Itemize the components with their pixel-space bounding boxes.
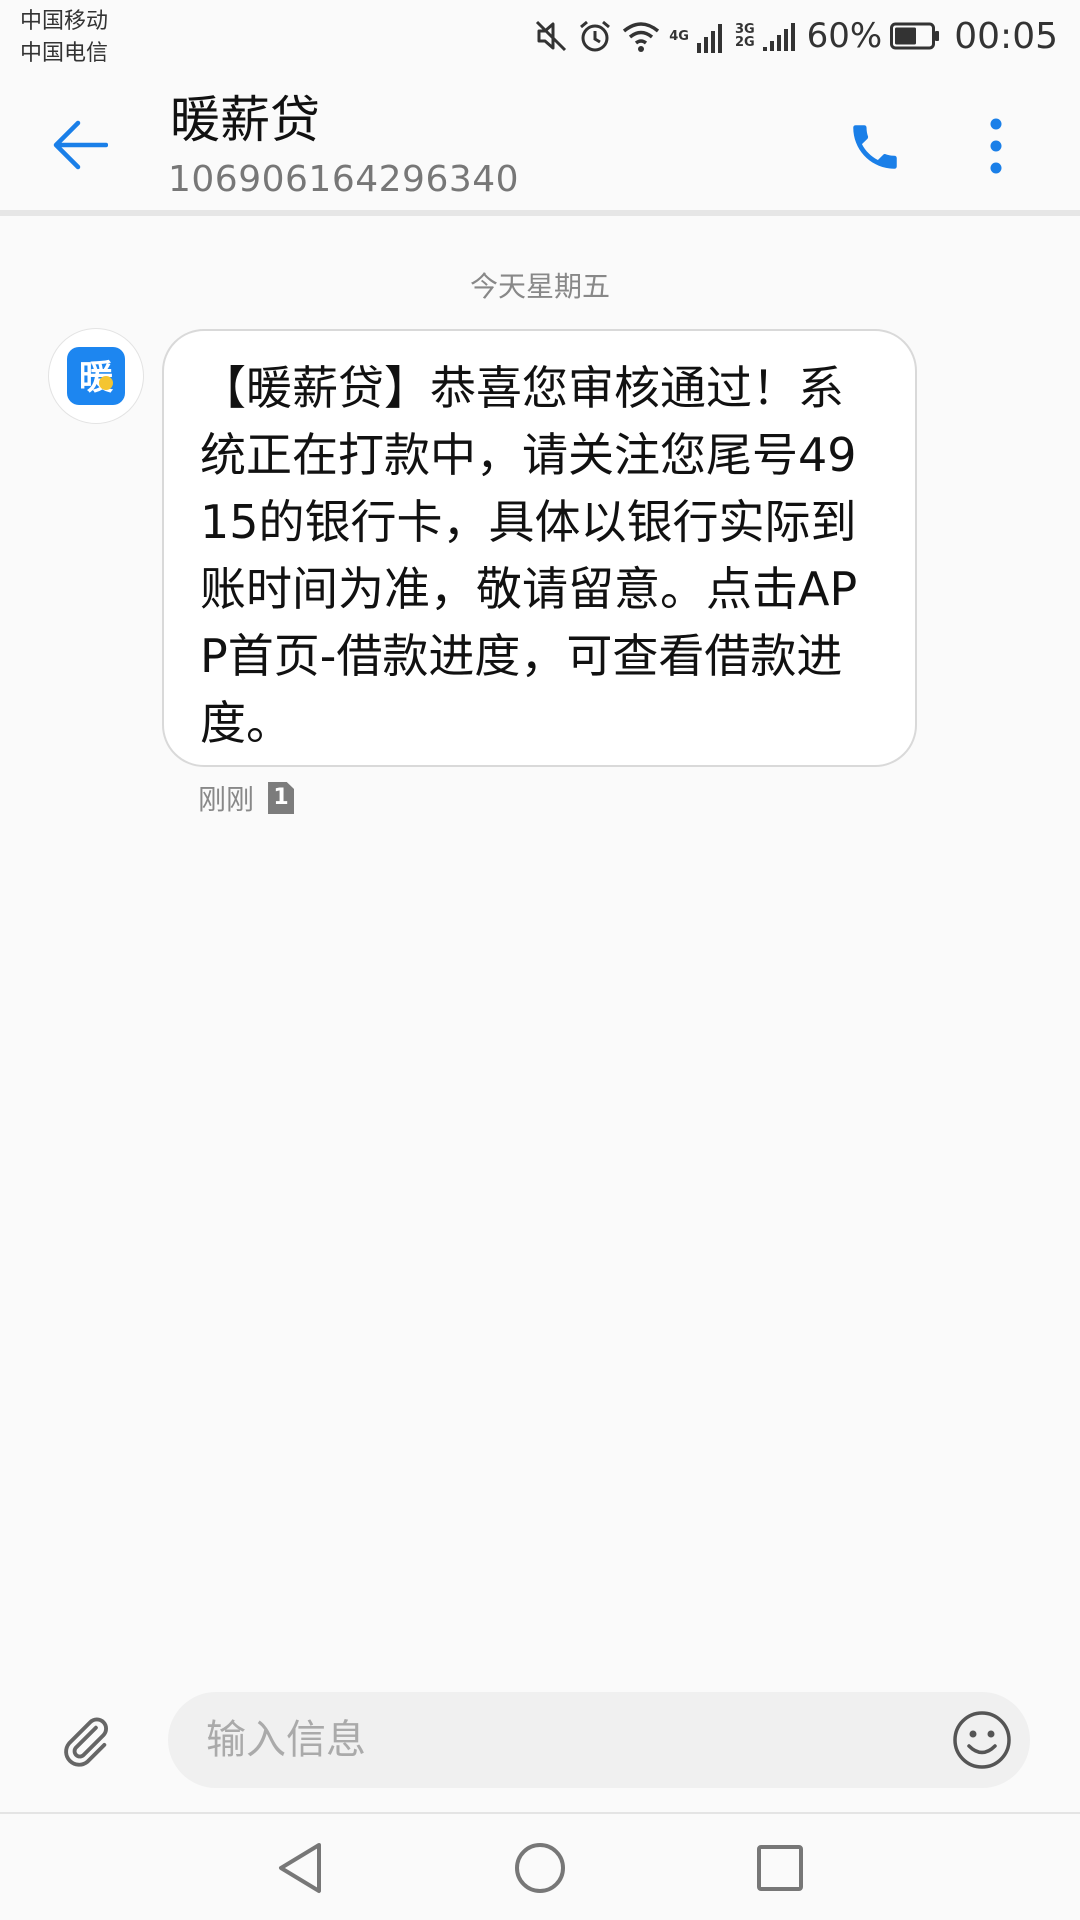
attach-button[interactable] xyxy=(52,1708,118,1774)
paperclip-icon xyxy=(64,1717,108,1767)
message-bubble[interactable]: 【暖薪贷】恭喜您审核通过！系统正在打款中，请关注您尾号4915的银行卡，具体以银… xyxy=(162,329,917,767)
nav-back-button[interactable] xyxy=(260,1836,340,1900)
message-meta: 刚刚 1 xyxy=(198,780,295,816)
date-separator: 今天星期五 xyxy=(469,270,610,303)
signal-icon xyxy=(762,19,797,53)
network-label-1: 4G xyxy=(669,28,689,44)
network-type-2: 3G 2G xyxy=(735,23,755,49)
header-divider xyxy=(0,210,1080,216)
more-vertical-icon xyxy=(990,118,1002,174)
contact-name: 暖薪贷 xyxy=(170,91,320,149)
message-input[interactable] xyxy=(204,1692,904,1788)
back-button[interactable] xyxy=(44,110,114,180)
conversation-header: 暖薪贷 106906164296340 xyxy=(0,72,1080,212)
carrier-label-2: 中国电信 xyxy=(20,41,109,66)
contact-number: 106906164296340 xyxy=(168,159,520,200)
system-nav-bar xyxy=(0,1814,1080,1920)
smiley-icon xyxy=(953,1711,1011,1769)
wifi-icon xyxy=(621,19,661,53)
mute-icon xyxy=(533,18,569,54)
clock: 00:05 xyxy=(954,15,1058,57)
carrier-label-1: 中国移动 xyxy=(20,9,109,34)
arrow-left-icon xyxy=(53,120,108,170)
sim-card-icon: 1 xyxy=(268,782,295,814)
battery-icon xyxy=(890,21,940,51)
nav-home-button[interactable] xyxy=(500,1836,580,1900)
contact-avatar[interactable]: 暖 xyxy=(48,328,144,424)
logo-glyph: 暖 xyxy=(79,358,114,398)
triangle-back-icon xyxy=(279,1843,321,1893)
nav-recents-button[interactable] xyxy=(740,1836,820,1900)
square-recents-icon xyxy=(757,1845,803,1891)
emoji-button[interactable] xyxy=(948,1706,1016,1774)
message-input-container xyxy=(168,1692,1030,1788)
network-type-1: 4G xyxy=(669,30,689,43)
status-bar: 中国移动 中国电信 4G 3G 2G 60% 00:05 xyxy=(0,0,1080,72)
more-options-button[interactable] xyxy=(966,108,1026,184)
message-time: 刚刚 xyxy=(198,783,255,816)
battery-percent: 60% xyxy=(806,16,883,56)
phone-icon xyxy=(853,125,897,169)
status-icons: 4G 3G 2G 60% 00:05 xyxy=(533,12,1058,60)
alarm-icon xyxy=(577,18,613,54)
signal-icon xyxy=(696,19,727,53)
message-text: 【暖薪贷】恭喜您审核通过！系统正在打款中，请关注您尾号4915的银行卡，具体以银… xyxy=(200,361,858,750)
network-label-2-bottom: 2G xyxy=(734,35,755,50)
carrier-info: 中国移动 中国电信 xyxy=(20,6,108,70)
brand-logo-icon: 暖 xyxy=(67,347,125,405)
call-button[interactable] xyxy=(840,112,910,182)
circle-home-icon xyxy=(515,1843,565,1893)
